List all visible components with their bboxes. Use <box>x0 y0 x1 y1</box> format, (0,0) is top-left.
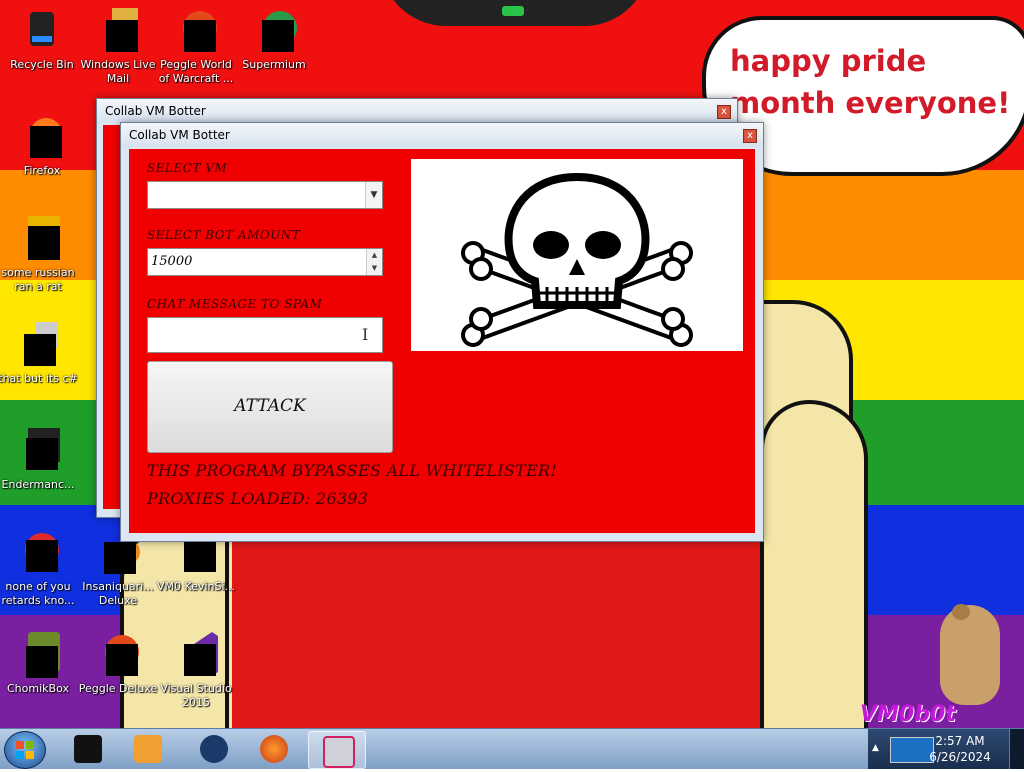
window-title: Collab VM Botter <box>129 128 230 142</box>
title-bar[interactable]: Collab VM Botter x <box>121 123 763 147</box>
wallpaper-character-arm-right <box>760 400 868 728</box>
desktop-icon-none-of-you[interactable]: none of you retards kno... <box>0 528 78 608</box>
globe-icon <box>200 735 228 763</box>
supermium-icon <box>250 6 298 54</box>
shortcut-icon <box>14 214 62 262</box>
desktop-icon-windows-live-mail[interactable]: Windows Live Mail <box>78 6 158 86</box>
form-client-area: SELECT VM ▼ SELECT BOT AMOUNT 15000 ▲ ▼ … <box>129 149 755 533</box>
skull-and-crossbones-icon <box>461 172 693 347</box>
tray-expand-icon[interactable]: ▲ <box>872 743 879 753</box>
peggle-icon <box>94 630 142 678</box>
windows-live-mail-icon <box>94 6 142 54</box>
shortcut-icon <box>14 426 62 474</box>
chat-message-input[interactable]: I <box>147 317 383 353</box>
chomikbox-icon <box>14 630 62 678</box>
spin-up-icon[interactable]: ▲ <box>367 249 382 262</box>
clock-date: 6/26/2024 <box>929 750 991 764</box>
collab-vm-botter-window[interactable]: Collab VM Botter x SELECT VM ▼ SELECT BO… <box>120 122 764 542</box>
spinner-buttons[interactable]: ▲ ▼ <box>366 249 382 275</box>
bot-amount-stepper[interactable]: 15000 ▲ ▼ <box>147 248 383 276</box>
desktop-icon-some-russian[interactable]: some russian ran a rat <box>0 214 78 294</box>
windows-logo-icon <box>16 741 34 759</box>
bypass-notice: THIS PROGRAM BYPASSES ALL WHITELISTER! <box>147 461 558 480</box>
skull-picture-box <box>411 159 743 351</box>
attack-button-label: ATTACK <box>234 396 306 416</box>
watermark-text: VM0b0t <box>860 702 956 727</box>
taskbar-item-media-player[interactable] <box>120 731 176 767</box>
desktop-icon-firefox[interactable]: Firefox <box>2 112 82 178</box>
window-title: Collab VM Botter <box>105 104 206 118</box>
text-cursor-icon: I <box>362 325 369 344</box>
taskbar-item-globe[interactable] <box>186 731 242 767</box>
start-button[interactable] <box>4 731 46 769</box>
desktop-icon-peggle-deluxe[interactable]: Peggle Deluxe <box>78 630 158 696</box>
desktop-icon-endermanch[interactable]: Endermanc... <box>0 426 78 492</box>
firefox-icon <box>18 112 66 160</box>
recycle-bin-icon <box>18 6 66 54</box>
desktop-icon-supermium[interactable]: Supermium <box>234 6 314 72</box>
clock[interactable]: 2:57 AM 6/26/2024 <box>920 733 1000 765</box>
taskbar-item-firefox[interactable] <box>246 731 302 767</box>
spin-down-icon[interactable]: ▼ <box>367 262 382 275</box>
bot-amount-value: 15000 <box>151 254 193 269</box>
black-box-icon <box>74 735 102 763</box>
clock-time: 2:57 AM <box>935 734 985 748</box>
select-vm-label: SELECT VM <box>147 161 228 175</box>
desktop-icon-visual-studio[interactable]: Visual Studio 2015 <box>156 630 236 710</box>
desktop-icon-chomikbox[interactable]: ChomikBox <box>0 630 78 696</box>
close-button[interactable]: x <box>743 129 757 143</box>
show-desktop-button[interactable] <box>1009 729 1024 769</box>
firefox-icon <box>260 735 288 763</box>
proxies-loaded-text: PROXIES LOADED: 26393 <box>147 489 369 508</box>
shortcut-icon <box>14 320 62 368</box>
taskbar-item-black-box[interactable] <box>60 731 116 767</box>
chat-message-label: CHAT MESSAGE TO SPAM <box>147 297 323 311</box>
wallpaper-detail <box>502 6 524 16</box>
taskbar: ▲ 2:57 AM 6/26/2024 <box>0 728 1024 769</box>
visual-studio-icon <box>172 630 220 678</box>
select-vm-dropdown[interactable]: ▼ <box>147 181 383 209</box>
opera-icon <box>14 528 62 576</box>
taskbar-item-collab-vm-botter[interactable] <box>308 731 366 769</box>
desktop-icon-recycle-bin[interactable]: Recycle Bin <box>2 6 82 72</box>
chevron-down-icon[interactable]: ▼ <box>365 182 382 208</box>
hamster-ear <box>952 604 970 620</box>
peggle-icon <box>172 6 220 54</box>
title-bar[interactable]: Collab VM Botter x <box>97 99 737 123</box>
desktop-icon-that-but-its-csharp[interactable]: that but its c# <box>0 320 78 386</box>
speech-bubble-text: happy pride month everyone! <box>730 44 1011 120</box>
collab-vm-botter-icon <box>323 736 355 768</box>
attack-button[interactable]: ATTACK <box>147 361 393 453</box>
system-tray: ▲ 2:57 AM 6/26/2024 <box>868 729 1024 769</box>
bot-amount-label: SELECT BOT AMOUNT <box>147 228 301 242</box>
desktop-icon-peggle-wow[interactable]: Peggle World of Warcraft ... <box>156 6 236 86</box>
hamster-gadget[interactable] <box>940 605 1000 705</box>
close-button[interactable]: x <box>717 105 731 119</box>
media-player-icon <box>134 735 162 763</box>
wallpaper-character-shirt <box>232 520 772 728</box>
